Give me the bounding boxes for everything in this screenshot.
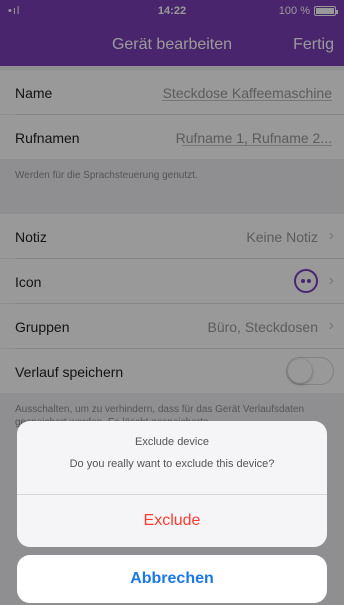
action-sheet: Exclude device Do you really want to exc… [17, 421, 327, 547]
cancel-sheet: Abbrechen [17, 555, 327, 603]
action-sheet-message: Do you really want to exclude this devic… [69, 458, 275, 470]
cancel-button[interactable]: Abbrechen [17, 555, 327, 603]
action-sheet-header: Exclude device Do you really want to exc… [17, 421, 327, 495]
exclude-button[interactable]: Exclude [17, 495, 327, 547]
action-sheet-title: Exclude device [135, 436, 209, 448]
